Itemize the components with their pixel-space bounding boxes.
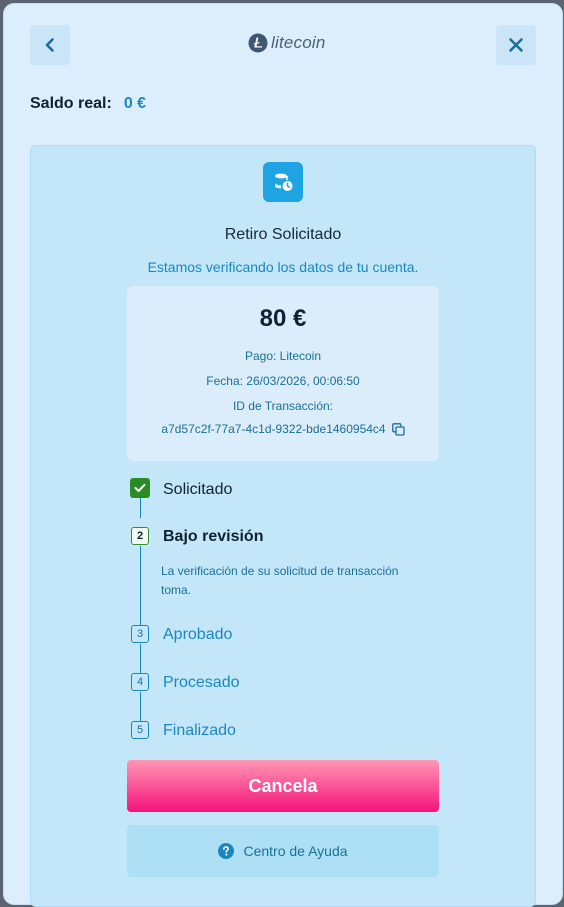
status-subtitle: Estamos verificando los datos de tu cuen…	[147, 259, 419, 275]
step-connector	[140, 644, 141, 674]
balance-row: Saldo real: 0 €	[30, 95, 146, 113]
step-5-number: 5	[131, 721, 149, 739]
close-button[interactable]	[496, 25, 536, 65]
balance-value: 0 €	[123, 95, 147, 112]
progress-stepper: Solicitado 2 Bajo revisión La verificaci…	[130, 476, 511, 746]
step-2-number: 2	[131, 527, 149, 545]
brand-logo: litecoin	[248, 33, 326, 53]
payment-method: Pago: Litecoin	[244, 349, 322, 363]
step-4-label: Procesado	[163, 674, 240, 691]
transaction-id-value: a7d57c2f-77a7-4c1d-9322-bde1460954c4	[161, 422, 386, 436]
step-1-label: Solicitado	[163, 481, 233, 498]
withdrawal-status-card: Retiro Solicitado Estamos verificando lo…	[30, 145, 536, 907]
chevron-left-icon	[45, 38, 54, 52]
back-button[interactable]	[30, 25, 70, 65]
step-2-note: La verificación de su solicitud de trans…	[161, 564, 399, 597]
transaction-id-label: ID de Transacción:	[232, 399, 334, 413]
step-connector	[140, 692, 141, 722]
litecoin-icon	[248, 33, 268, 53]
status-title: Retiro Solicitado	[224, 226, 342, 243]
cancel-button[interactable]: Cancela	[127, 760, 439, 812]
step-3-number: 3	[131, 625, 149, 643]
transaction-details: 80 € Pago: Litecoin Fecha: 26/03/2026, 0…	[127, 286, 439, 461]
withdrawal-amount: 80 €	[259, 305, 307, 332]
help-icon	[218, 843, 235, 859]
balance-label: Saldo real:	[30, 95, 112, 112]
step-connector	[140, 496, 141, 518]
step-connector	[140, 546, 141, 626]
help-center-button[interactable]: Centro de Ayuda	[127, 825, 439, 877]
step-2-label: Bajo revisión	[163, 528, 264, 545]
step-1-check-icon	[130, 478, 150, 498]
copy-icon[interactable]	[391, 422, 405, 436]
withdrawal-modal: litecoin Saldo real: 0 € Retiro Solicita…	[4, 4, 562, 907]
step-5-label: Finalizado	[163, 722, 236, 739]
step-4-number: 4	[131, 673, 149, 691]
help-center-label: Centro de Ayuda	[243, 843, 348, 859]
close-icon	[509, 38, 523, 52]
step-3-label: Aprobado	[163, 626, 233, 643]
coins-clock-icon	[263, 162, 303, 202]
transaction-id-row: a7d57c2f-77a7-4c1d-9322-bde1460954c4	[127, 422, 439, 436]
brand-name: litecoin	[271, 33, 326, 52]
transaction-date: Fecha: 26/03/2026, 00:06:50	[206, 374, 360, 388]
